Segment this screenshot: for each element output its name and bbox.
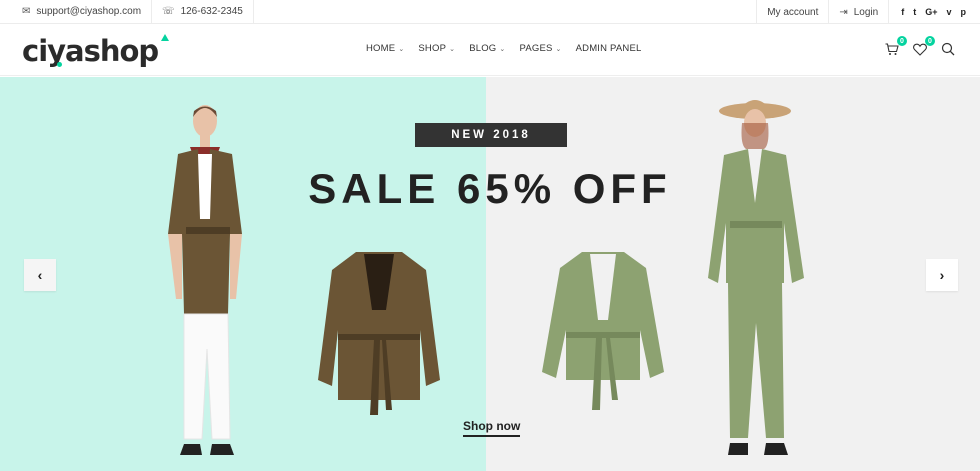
top-bar: ✉ support@ciyashop.com ☏ 126-632-2345 My…	[0, 0, 980, 24]
my-account-link[interactable]: My account	[757, 0, 828, 24]
model-image-left	[168, 105, 242, 455]
email-link[interactable]: ✉ support@ciyashop.com	[12, 0, 151, 24]
product-image-brown-jacket	[318, 252, 440, 415]
hero-slider: NEW 2018 SALE 65% OFF Shop now ‹ ›	[0, 77, 980, 471]
cart-button[interactable]: 0	[884, 36, 907, 57]
hero-headline: SALE 65% OFF	[308, 165, 672, 212]
nav-blog[interactable]: BLOG ⌄	[469, 43, 505, 54]
account-links: My account ⇥ Login f t G+ v p	[756, 0, 980, 24]
nav-label: BLOG	[469, 43, 497, 54]
login-label: Login	[853, 6, 879, 18]
nav-admin-panel[interactable]: ADMIN PANEL	[576, 43, 642, 54]
slider-prev-button[interactable]: ‹	[24, 259, 56, 291]
main-nav: HOME ⌄ SHOP ⌄ BLOG ⌄ PAGES ⌄ ADMIN PANEL	[366, 43, 642, 54]
search-button[interactable]	[940, 41, 956, 57]
nav-home[interactable]: HOME ⌄	[366, 43, 404, 54]
phone-icon: ☏	[162, 6, 175, 17]
search-icon	[941, 42, 955, 56]
main-header: ciyashop HOME ⌄ SHOP ⌄ BLOG ⌄ PAGES ⌄ AD…	[0, 24, 980, 76]
chevron-down-icon: ⌄	[499, 45, 506, 53]
nav-label: ADMIN PANEL	[575, 43, 642, 54]
model-image-right	[708, 100, 804, 455]
header-actions: 0 0	[884, 36, 956, 57]
logo-accent	[161, 34, 169, 41]
phone-link[interactable]: ☏ 126-632-2345	[152, 0, 253, 24]
nav-label: HOME	[366, 43, 396, 54]
wishlist-button[interactable]: 0	[912, 36, 935, 57]
nav-label: SHOP	[418, 43, 447, 54]
chevron-right-icon: ›	[939, 267, 945, 283]
heart-icon	[913, 43, 927, 56]
chevron-left-icon: ‹	[37, 267, 43, 283]
logo-text: ciyashop	[22, 34, 159, 68]
shop-now-button[interactable]: Shop now	[463, 419, 521, 437]
chevron-down-icon: ⌄	[449, 45, 456, 53]
vimeo-icon[interactable]: v	[946, 7, 951, 17]
facebook-icon[interactable]: f	[901, 7, 904, 17]
my-account-label: My account	[767, 6, 819, 18]
chevron-down-icon: ⌄	[398, 45, 405, 53]
social-links: f t G+ v p	[889, 7, 980, 17]
logo[interactable]: ciyashop	[22, 34, 169, 68]
nav-label: PAGES	[519, 43, 553, 54]
mail-icon: ✉	[22, 6, 31, 17]
twitter-icon[interactable]: t	[913, 7, 916, 17]
logo-dot	[57, 62, 62, 67]
email-text: support@ciyashop.com	[36, 6, 142, 17]
cart-icon	[885, 42, 899, 55]
chevron-down-icon: ⌄	[555, 45, 562, 53]
cart-count-badge: 0	[897, 36, 907, 46]
phone-text: 126-632-2345	[180, 6, 243, 17]
new-collection-tag: NEW 2018	[415, 123, 567, 147]
login-link[interactable]: ⇥ Login	[829, 0, 888, 24]
divider	[252, 0, 254, 24]
wishlist-count-badge: 0	[925, 36, 935, 46]
product-image-green-jacket	[542, 252, 664, 410]
login-icon: ⇥	[839, 6, 848, 18]
contact-info: ✉ support@ciyashop.com ☏ 126-632-2345	[0, 0, 254, 24]
nav-shop[interactable]: SHOP ⌄	[418, 43, 455, 54]
google-plus-icon[interactable]: G+	[925, 7, 937, 17]
slider-next-button[interactable]: ›	[926, 259, 958, 291]
nav-pages[interactable]: PAGES ⌄	[519, 43, 561, 54]
pinterest-icon[interactable]: p	[961, 7, 967, 17]
